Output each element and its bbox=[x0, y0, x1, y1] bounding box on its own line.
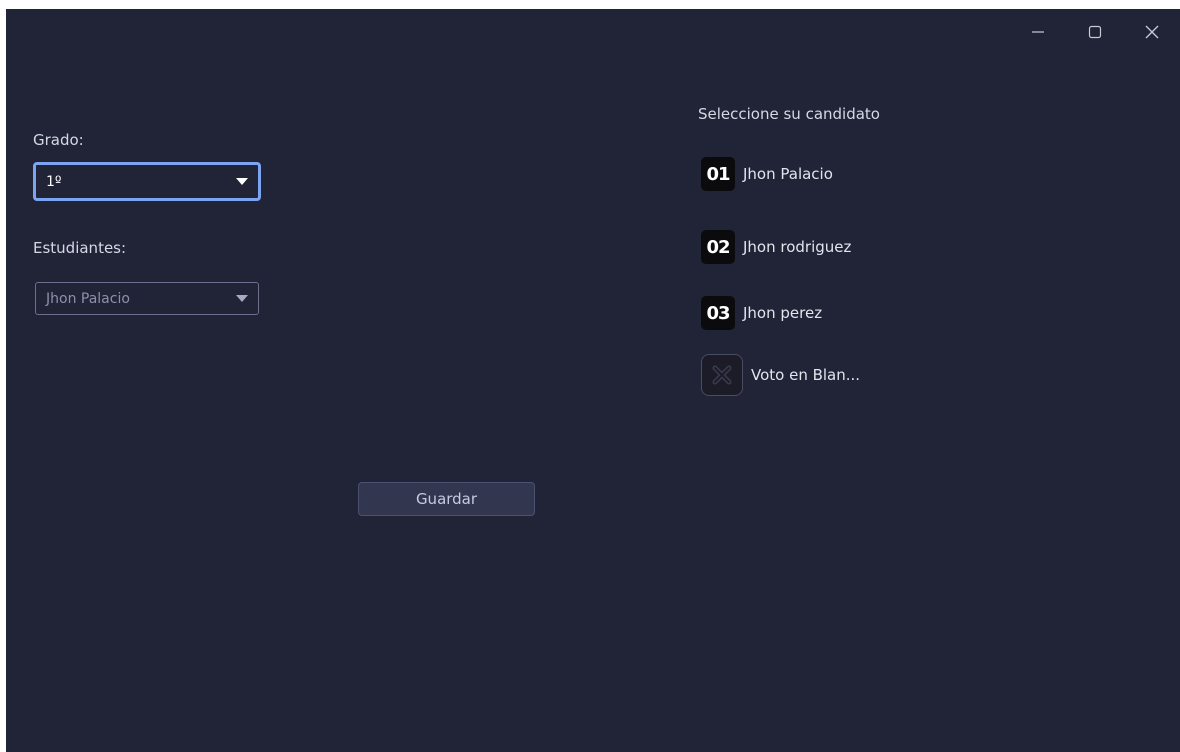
close-icon bbox=[1145, 25, 1158, 39]
candidates-heading: Seleccione su candidato bbox=[698, 105, 880, 123]
minimize-icon bbox=[1031, 31, 1044, 33]
students-label: Estudiantes: bbox=[33, 239, 127, 257]
candidate-option-blank[interactable]: Voto en Blan... bbox=[701, 354, 860, 396]
chevron-down-icon bbox=[236, 295, 248, 302]
grade-label: Grado: bbox=[33, 131, 84, 149]
candidate-name: Voto en Blan... bbox=[751, 366, 861, 384]
candidate-number-icon: 03 bbox=[701, 296, 735, 330]
candidate-name: Jhon rodriguez bbox=[743, 238, 852, 256]
close-button[interactable] bbox=[1123, 9, 1180, 55]
maximize-icon bbox=[1088, 25, 1101, 39]
blank-vote-x-icon bbox=[701, 354, 743, 396]
student-select[interactable]: Jhon Palacio bbox=[35, 282, 259, 315]
chevron-down-icon bbox=[236, 178, 248, 185]
save-button[interactable]: Guardar bbox=[358, 482, 535, 516]
candidate-option-2[interactable]: 02 Jhon rodriguez bbox=[701, 230, 851, 264]
candidate-name: Jhon perez bbox=[743, 304, 823, 322]
student-select-value: Jhon Palacio bbox=[46, 290, 130, 307]
minimize-button[interactable] bbox=[1009, 9, 1066, 55]
candidate-number-icon: 02 bbox=[701, 230, 735, 264]
app-window: Grado: 1º Estudiantes: Jhon Palacio Guar… bbox=[6, 9, 1180, 752]
maximize-button[interactable] bbox=[1066, 9, 1123, 55]
candidate-option-1[interactable]: 01 Jhon Palacio bbox=[701, 157, 833, 191]
grade-select[interactable]: 1º bbox=[33, 162, 261, 201]
window-controls bbox=[1009, 9, 1180, 55]
candidate-option-3[interactable]: 03 Jhon perez bbox=[701, 296, 822, 330]
candidate-number-icon: 01 bbox=[701, 157, 735, 191]
grade-select-value: 1º bbox=[46, 173, 62, 190]
candidate-name: Jhon Palacio bbox=[743, 165, 833, 183]
